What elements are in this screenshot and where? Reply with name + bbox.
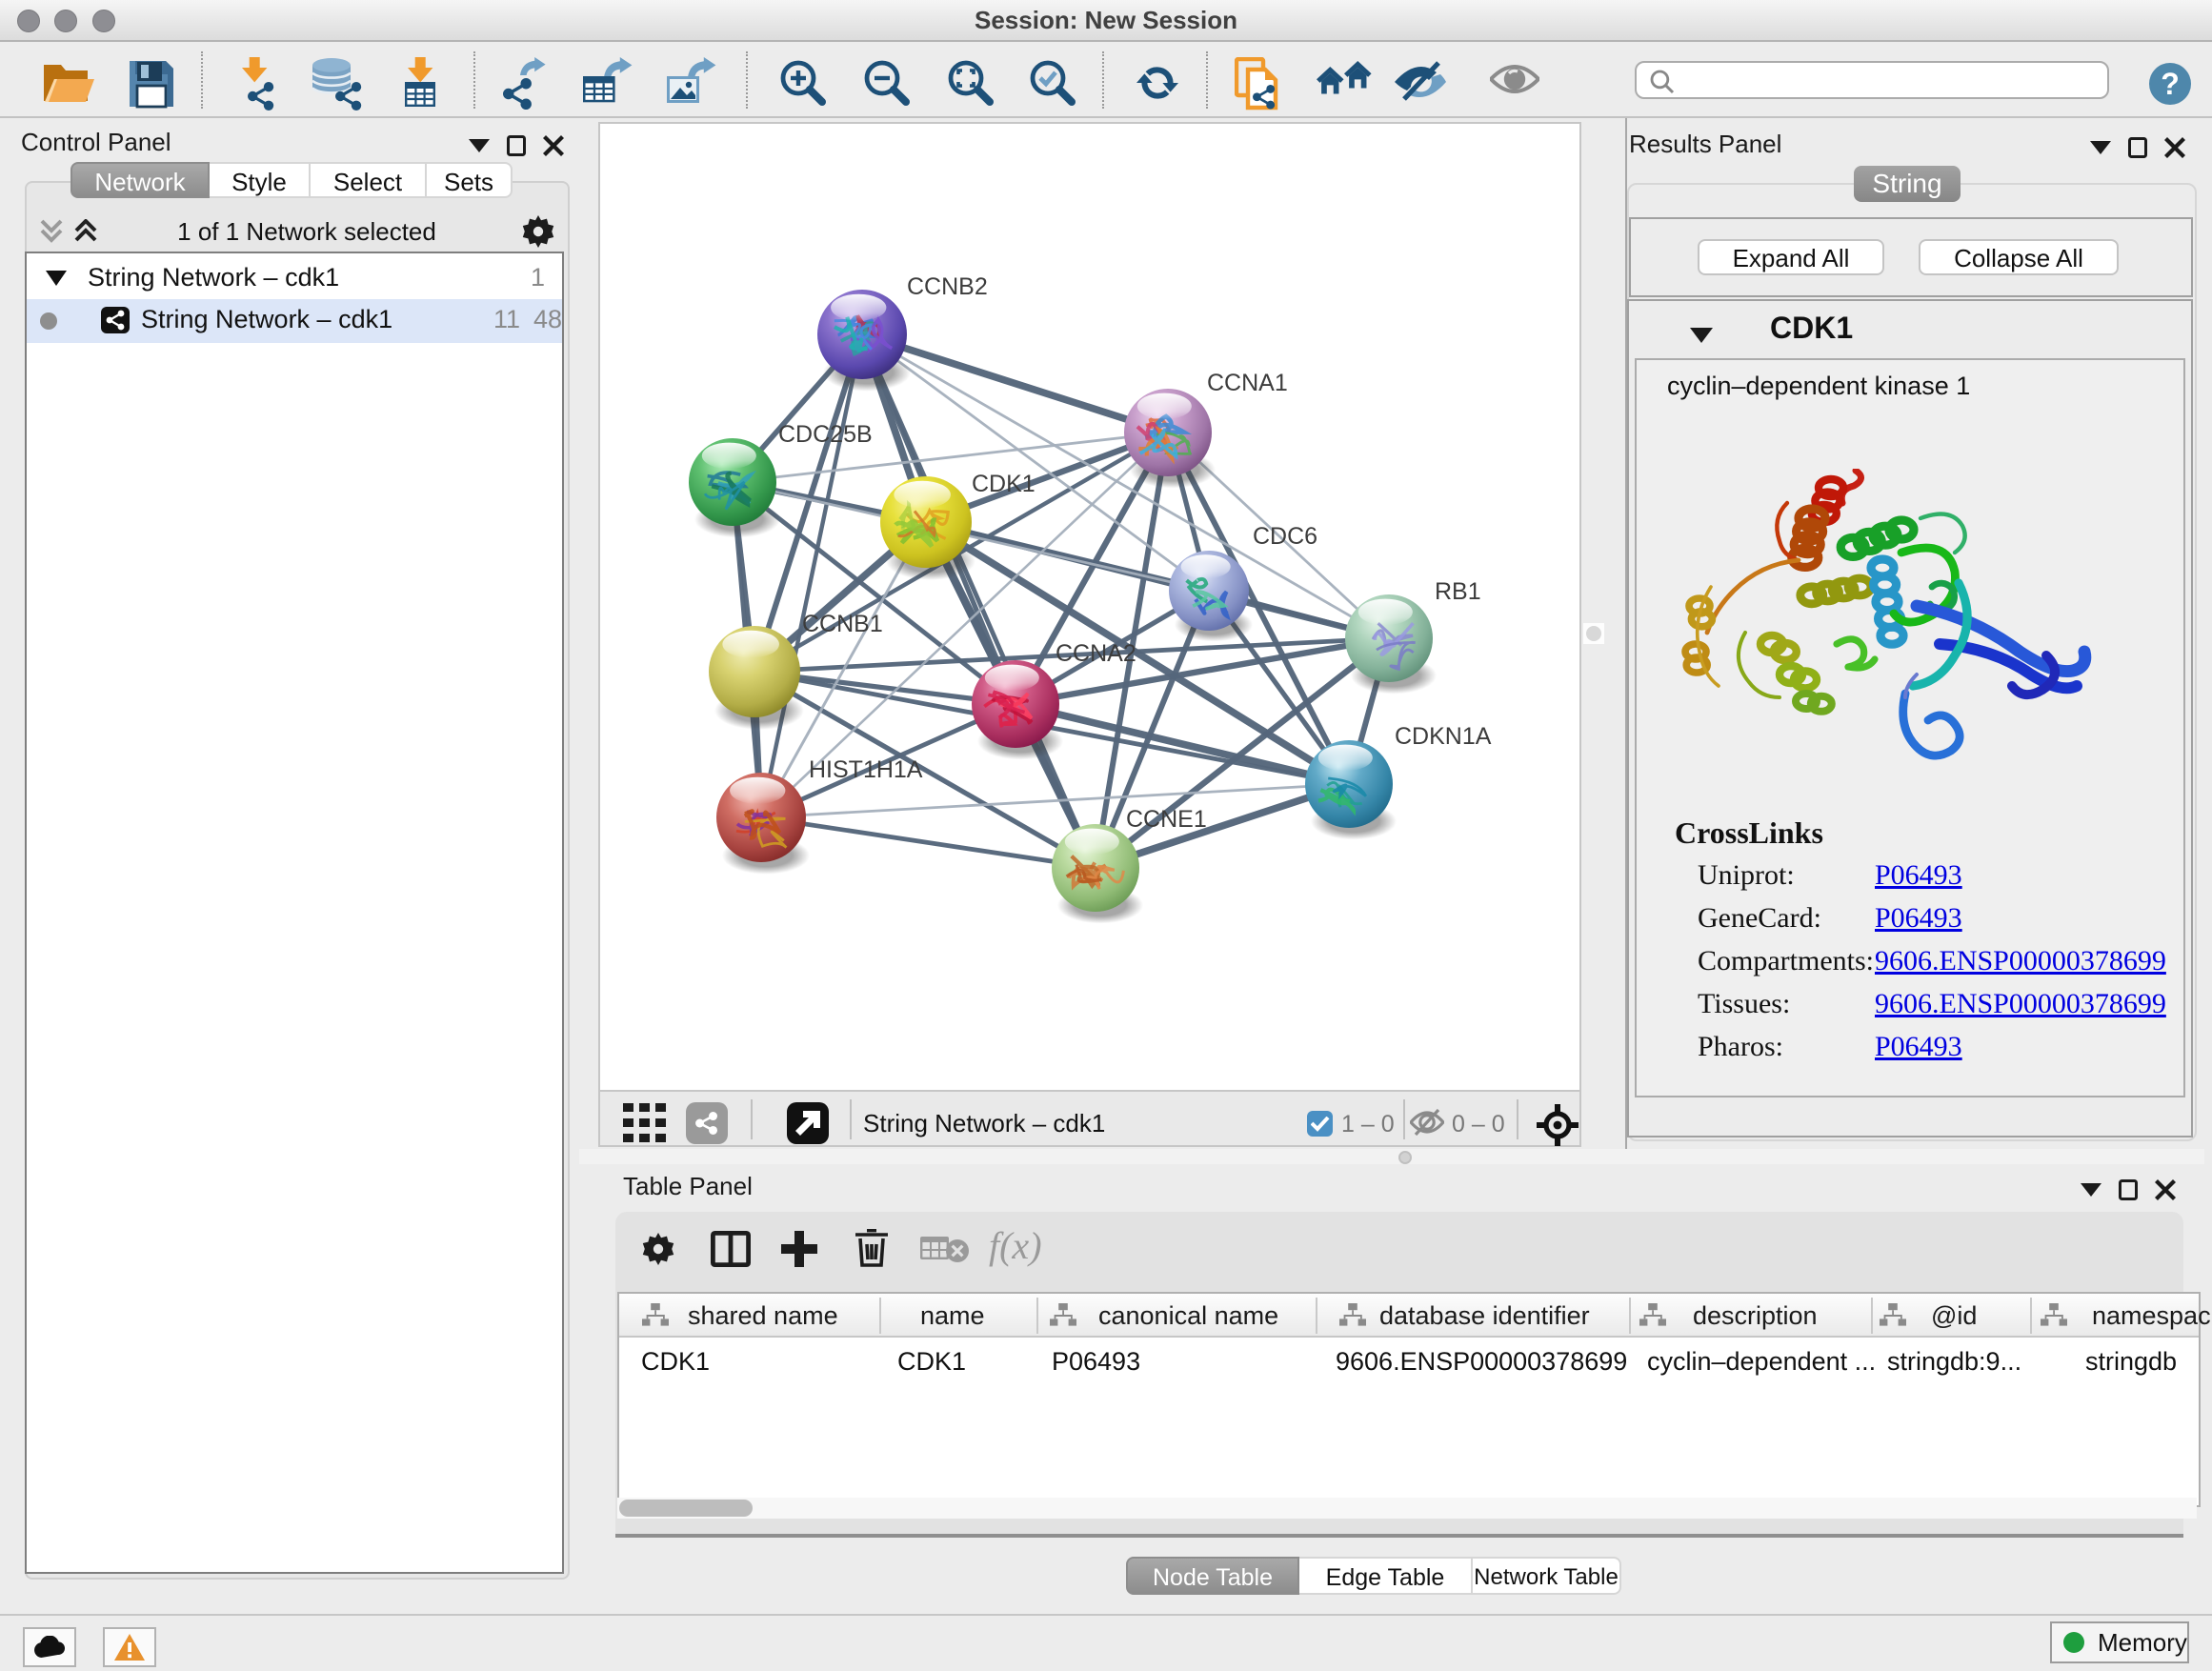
svg-text:CDC25B: CDC25B — [778, 421, 873, 448]
svg-text:CDKN1A: CDKN1A — [1395, 723, 1492, 750]
svg-text:RB1: RB1 — [1435, 578, 1481, 605]
svg-text:CCNB2: CCNB2 — [907, 273, 988, 300]
svg-text:CCNE1: CCNE1 — [1126, 806, 1207, 833]
svg-text:HIST1H1A: HIST1H1A — [809, 756, 923, 783]
svg-text:CCNA1: CCNA1 — [1207, 370, 1288, 396]
svg-text:CDK1: CDK1 — [972, 471, 1036, 497]
svg-text:CCNA2: CCNA2 — [1056, 640, 1136, 667]
svg-text:CCNB1: CCNB1 — [802, 611, 883, 637]
svg-text:CDC6: CDC6 — [1253, 523, 1317, 550]
